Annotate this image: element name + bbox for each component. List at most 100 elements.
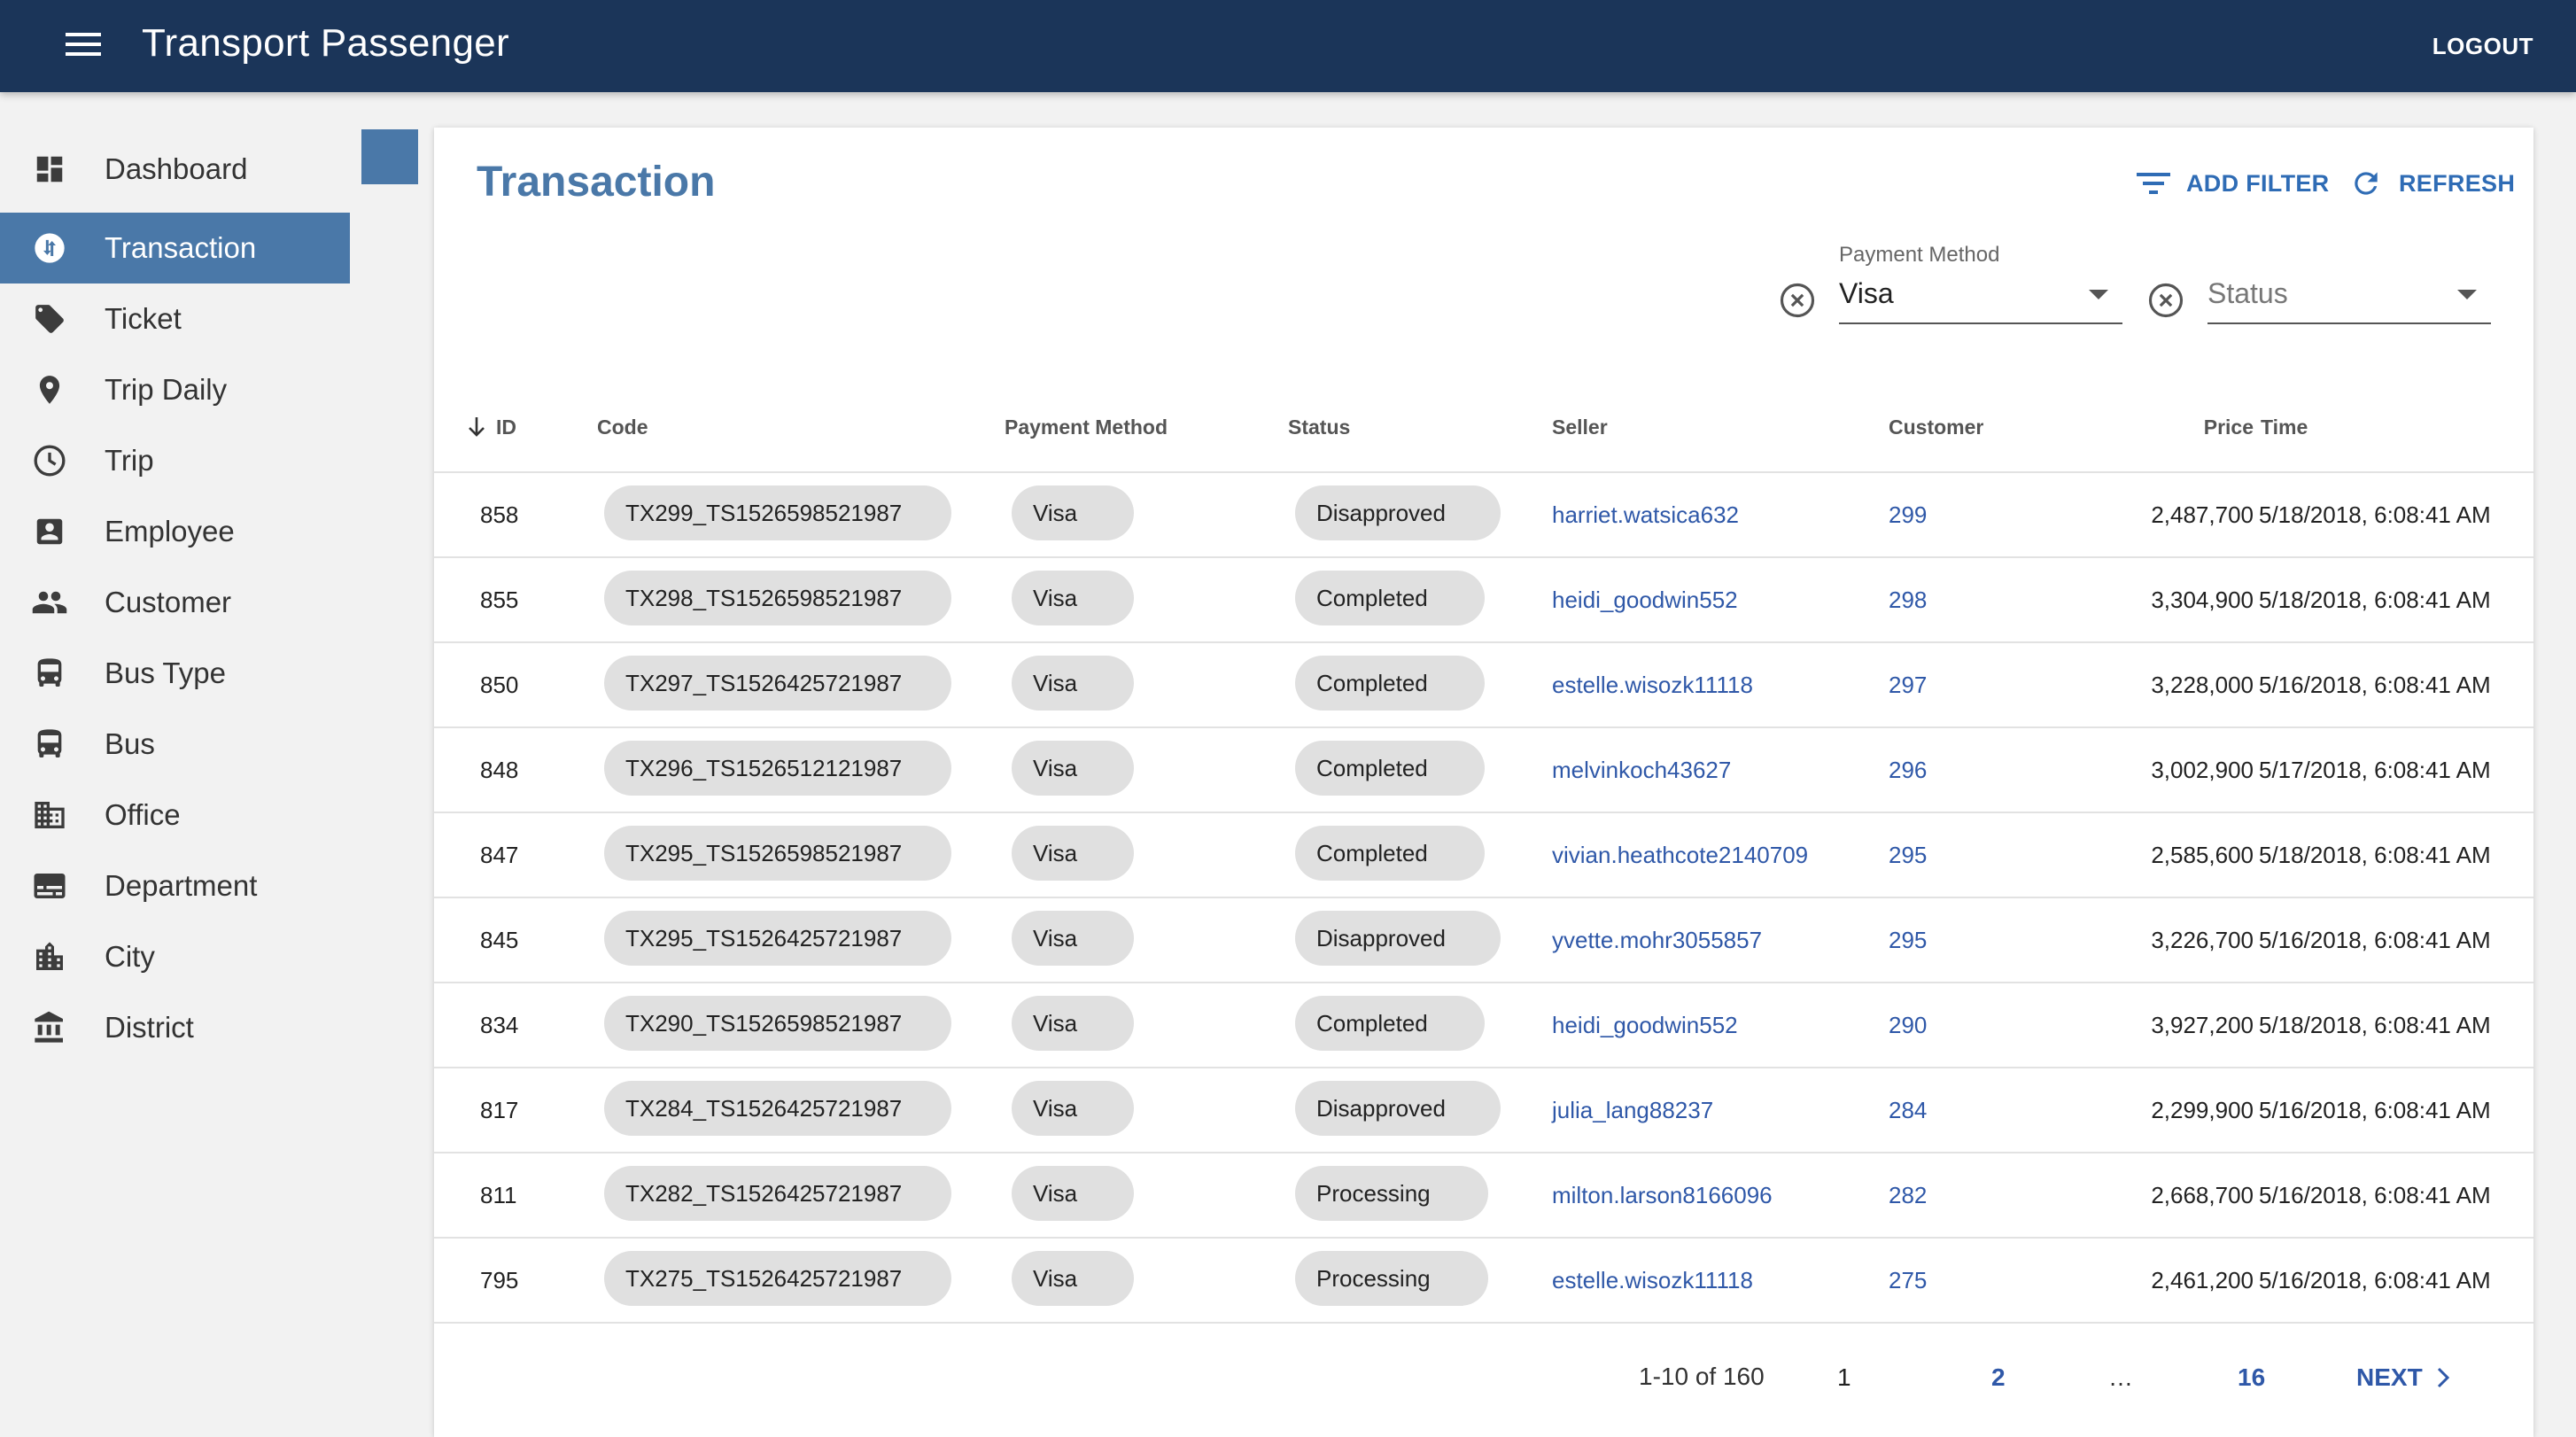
- table-row[interactable]: 845 TX295_TS1526425721987 Visa Disapproved y…: [434, 898, 2533, 983]
- payment-method-value: Visa: [1839, 277, 1894, 309]
- clear-status-filter-button[interactable]: [2145, 280, 2186, 321]
- column-header-price[interactable]: Price: [2156, 409, 2254, 445]
- clear-circle-icon: [2148, 283, 2184, 318]
- sidebar-item-office[interactable]: Office: [0, 780, 350, 851]
- active-item-marker: [361, 129, 418, 184]
- cell-time: 5/17/2018, 6:08:41 AM: [2259, 756, 2491, 783]
- status-chip: Completed: [1295, 996, 1485, 1051]
- sidebar-item-department[interactable]: Department: [0, 851, 350, 921]
- column-header-customer[interactable]: Customer: [1889, 409, 1983, 445]
- customer-link[interactable]: 295: [1889, 813, 1927, 897]
- seller-link[interactable]: vivian.heathcote2140709: [1552, 813, 1808, 897]
- customer-link[interactable]: 290: [1889, 983, 1927, 1067]
- table-row[interactable]: 811 TX282_TS1526425721987 Visa Processing mi…: [434, 1153, 2533, 1239]
- status-chip: Disapproved: [1295, 485, 1501, 540]
- code-chip: TX282_TS1526425721987: [604, 1166, 951, 1221]
- seller-link[interactable]: yvette.mohr3055857: [1552, 898, 1762, 982]
- table-row[interactable]: 858 TX299_TS1526598521987 Visa Disapproved h…: [434, 473, 2533, 558]
- seller-link[interactable]: julia_lang88237: [1552, 1068, 1713, 1152]
- add-filter-button[interactable]: ADD FILTER: [2137, 161, 2329, 206]
- customer-link[interactable]: 299: [1889, 473, 1927, 556]
- sidebar-item-trip-daily[interactable]: Trip Daily: [0, 354, 350, 425]
- sidebar-item-label: Office: [105, 798, 181, 831]
- hamburger-icon: [66, 31, 101, 62]
- customer-link[interactable]: 298: [1889, 558, 1927, 641]
- customer-link[interactable]: 297: [1889, 643, 1927, 726]
- payment-chip: Visa: [1012, 996, 1134, 1051]
- column-header-label: Customer: [1889, 415, 1984, 439]
- sidebar-item-label: Transaction: [105, 231, 257, 264]
- card-icon: [30, 866, 69, 905]
- seller-link[interactable]: estelle.wisozk11118: [1552, 643, 1753, 726]
- page-1-button[interactable]: 1: [1837, 1357, 1851, 1398]
- status-chip: Completed: [1295, 741, 1485, 796]
- column-header-status[interactable]: Status: [1288, 409, 1350, 445]
- seller-link[interactable]: heidi_goodwin552: [1552, 558, 1738, 641]
- column-header-payment-method[interactable]: Payment Method: [1005, 409, 1168, 445]
- filter-icon: [2137, 173, 2170, 194]
- payment-method-select[interactable]: Visa: [1839, 271, 2122, 324]
- sidebar-item-label: Ticket: [105, 302, 182, 335]
- seller-link[interactable]: milton.larson8166096: [1552, 1153, 1773, 1237]
- column-header-code[interactable]: Code: [597, 409, 648, 445]
- page-16-button[interactable]: 16: [2238, 1357, 2265, 1398]
- customer-link[interactable]: 284: [1889, 1068, 1927, 1152]
- table-row[interactable]: 847 TX295_TS1526598521987 Visa Completed viv…: [434, 813, 2533, 898]
- cell-time: 5/16/2018, 6:08:41 AM: [2259, 1181, 2491, 1208]
- chevron-right-icon: [2437, 1367, 2449, 1388]
- customer-link[interactable]: 296: [1889, 728, 1927, 812]
- payment-method-filter-label: Payment Method: [1839, 243, 2000, 267]
- seller-link[interactable]: heidi_goodwin552: [1552, 983, 1738, 1067]
- customer-link[interactable]: 295: [1889, 898, 1927, 982]
- table-row[interactable]: 795 TX275_TS1526425721987 Visa Processing es…: [434, 1239, 2533, 1324]
- payment-chip: Visa: [1012, 1081, 1134, 1136]
- customer-link[interactable]: 282: [1889, 1153, 1927, 1237]
- clock-icon: [30, 441, 69, 480]
- page-title: Transaction: [477, 159, 716, 206]
- menu-button[interactable]: [50, 19, 117, 73]
- dashboard-icon: [30, 150, 69, 189]
- clear-payment-filter-button[interactable]: [1777, 280, 1818, 321]
- cell-price: 3,002,900: [2151, 756, 2254, 783]
- column-header-time[interactable]: Time: [2261, 409, 2308, 445]
- table-row[interactable]: 855 TX298_TS1526598521987 Visa Completed hei…: [434, 558, 2533, 643]
- sidebar-item-ticket[interactable]: Ticket: [0, 284, 350, 354]
- seller-link[interactable]: harriet.watsica632: [1552, 473, 1739, 556]
- payment-chip: Visa: [1012, 1166, 1134, 1221]
- table-row[interactable]: 817 TX284_TS1526425721987 Visa Disapproved j…: [434, 1068, 2533, 1153]
- status-select[interactable]: Status: [2207, 271, 2491, 324]
- cell-time: 5/16/2018, 6:08:41 AM: [2259, 1096, 2491, 1123]
- app-bar: Transport Passenger LOGOUT: [0, 0, 2576, 92]
- sidebar-item-label: Bus Type: [105, 656, 226, 689]
- logout-button[interactable]: LOGOUT: [2432, 25, 2533, 67]
- payment-chip: Visa: [1012, 911, 1134, 966]
- payment-chip: Visa: [1012, 485, 1134, 540]
- sidebar-item-label: Bus: [105, 727, 155, 760]
- sidebar-item-dashboard[interactable]: Dashboard: [0, 134, 350, 205]
- table-row[interactable]: 834 TX290_TS1526598521987 Visa Completed hei…: [434, 983, 2533, 1068]
- sidebar-item-employee[interactable]: Employee: [0, 496, 350, 567]
- payment-chip: Visa: [1012, 1251, 1134, 1306]
- sidebar-item-trip[interactable]: Trip: [0, 425, 350, 496]
- seller-link[interactable]: melvinkoch43627: [1552, 728, 1731, 812]
- seller-link[interactable]: estelle.wisozk11118: [1552, 1239, 1753, 1322]
- sidebar-item-bus-type[interactable]: Bus Type: [0, 638, 350, 709]
- customer-link[interactable]: 275: [1889, 1239, 1927, 1322]
- sidebar-item-city[interactable]: City: [0, 921, 350, 992]
- cell-time: 5/18/2018, 6:08:41 AM: [2259, 841, 2491, 868]
- table-row[interactable]: 850 TX297_TS1526425721987 Visa Completed est…: [434, 643, 2533, 728]
- page-2-button[interactable]: 2: [1991, 1357, 2006, 1398]
- account-box-icon: [30, 512, 69, 551]
- sidebar-item-bus[interactable]: Bus: [0, 709, 350, 780]
- sidebar-item-transaction[interactable]: Transaction: [0, 213, 350, 284]
- sidebar-item-district[interactable]: District: [0, 992, 350, 1063]
- next-page-button[interactable]: NEXT: [2356, 1357, 2453, 1398]
- cell-id: 847: [480, 841, 519, 868]
- sidebar-item-label: Trip Daily: [105, 373, 228, 406]
- column-header-id[interactable]: ID: [466, 409, 516, 445]
- table-row[interactable]: 848 TX296_TS1526512121987 Visa Completed mel…: [434, 728, 2533, 813]
- sidebar-item-customer[interactable]: Customer: [0, 567, 350, 638]
- refresh-button[interactable]: REFRESH: [2349, 161, 2515, 206]
- status-chip: Processing: [1295, 1166, 1488, 1221]
- column-header-seller[interactable]: Seller: [1552, 409, 1608, 445]
